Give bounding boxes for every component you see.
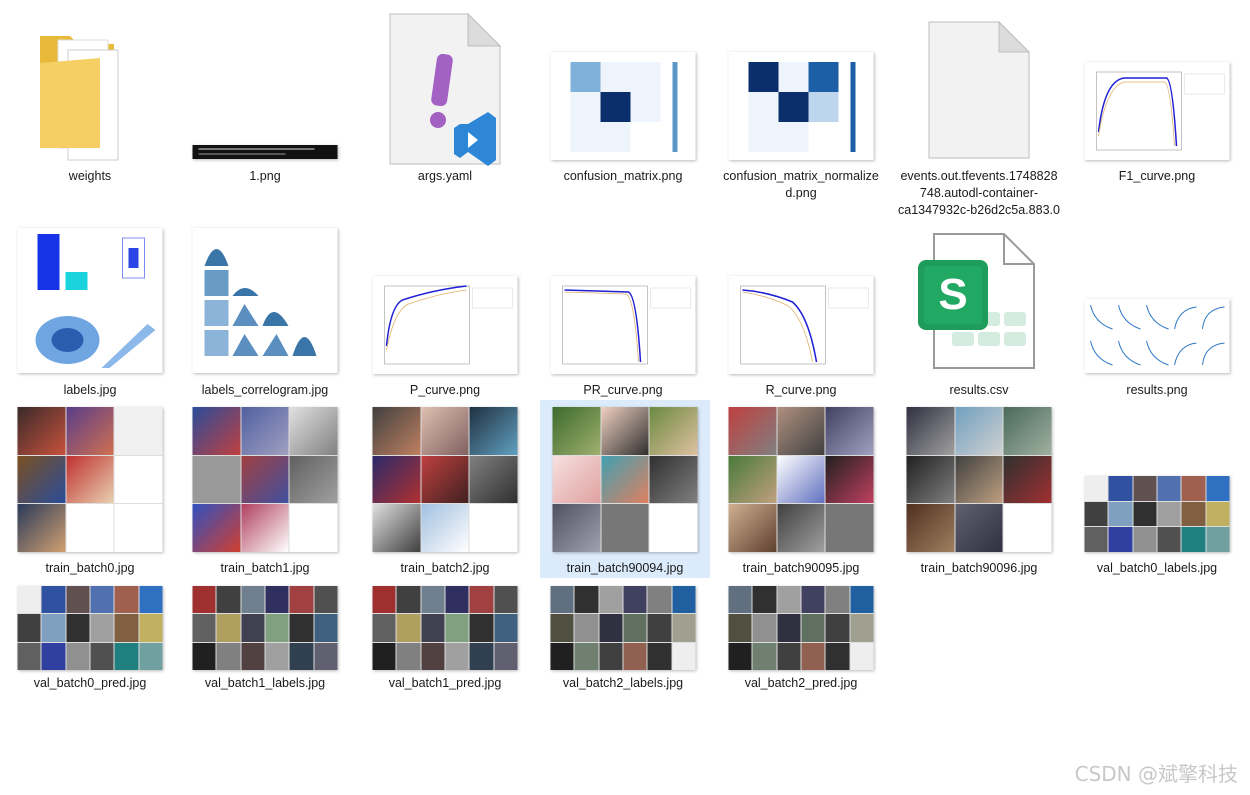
correlogram-thumbnail (192, 228, 338, 373)
file-name: args.yaml (417, 169, 473, 183)
confusion-matrix-normalized-thumbnail (728, 52, 874, 160)
file-tile-labels-correlogram[interactable]: labels_correlogram.jpg (180, 222, 350, 399)
file-name: 1.png (249, 169, 281, 183)
file-name: events.out.tfevents.1748828748.autodl-co… (898, 169, 1060, 217)
file-tile-train-batch2[interactable]: train_batch2.jpg (360, 400, 530, 577)
file-tile-p-curve[interactable]: P_curve.png (360, 222, 530, 399)
file-name: val_batch0_labels.jpg (1096, 561, 1218, 575)
file-tile-train-batch1[interactable]: train_batch1.jpg (180, 400, 350, 577)
file-name: val_batch2_labels.jpg (562, 676, 684, 690)
file-name: val_batch0_pred.jpg (33, 676, 147, 690)
file-tile-weights[interactable]: weights (5, 8, 175, 185)
results-thumbnail (1084, 299, 1230, 373)
r-curve-thumbnail (728, 276, 874, 374)
file-tile-val-batch2-pred[interactable]: val_batch2_pred.jpg (716, 580, 886, 692)
pr-curve-thumbnail (550, 276, 696, 374)
photo-mosaic-thumbnail (728, 407, 874, 552)
file-name: train_batch0.jpg (45, 561, 135, 575)
terminal-image-icon (192, 145, 338, 159)
file-name: train_batch90095.jpg (742, 561, 860, 575)
file-tile-train-batch90096[interactable]: train_batch90096.jpg (894, 400, 1064, 577)
file-name: F1_curve.png (1118, 169, 1196, 183)
file-name: train_batch90094.jpg (566, 561, 684, 575)
file-name: labels.jpg (63, 383, 117, 397)
file-tile-val-batch2-labels[interactable]: val_batch2_labels.jpg (538, 580, 708, 692)
file-name: confusion_matrix.png (563, 169, 683, 183)
file-name: PR_curve.png (583, 383, 663, 397)
p-curve-thumbnail (372, 276, 518, 374)
file-name: results.png (1126, 383, 1188, 397)
watermark: CSDN @斌擎科技 (1074, 762, 1238, 786)
file-tile-val-batch0-pred[interactable]: val_batch0_pred.jpg (5, 580, 175, 692)
blank-file-icon (928, 20, 1031, 159)
file-tile-val-batch1-labels[interactable]: val_batch1_labels.jpg (180, 580, 350, 692)
file-tile-r-curve[interactable]: R_curve.png (716, 222, 886, 399)
file-name: P_curve.png (409, 383, 481, 397)
file-tile-val-batch1-pred[interactable]: val_batch1_pred.jpg (360, 580, 530, 692)
file-name: val_batch2_pred.jpg (744, 676, 858, 690)
file-name: train_batch2.jpg (400, 561, 490, 575)
file-name: train_batch1.jpg (220, 561, 310, 575)
file-tile-1-png[interactable]: 1.png (180, 8, 350, 185)
file-tile-train-batch90095[interactable]: train_batch90095.jpg (716, 400, 886, 577)
file-name: train_batch90096.jpg (920, 561, 1038, 575)
file-tile-val-batch0-labels[interactable]: val_batch0_labels.jpg (1072, 400, 1242, 577)
spreadsheet-icon: S (918, 233, 1035, 369)
file-tile-f1-curve[interactable]: F1_curve.png (1072, 8, 1242, 185)
file-tile-tfevents[interactable]: events.out.tfevents.1748828748.autodl-co… (894, 8, 1064, 219)
file-tile-pr-curve[interactable]: PR_curve.png (538, 222, 708, 399)
file-tile-results-csv[interactable]: S results.csv (894, 222, 1064, 399)
f1-curve-thumbnail (1084, 62, 1230, 160)
confusion-matrix-thumbnail (550, 52, 696, 160)
file-name: results.csv (949, 383, 1009, 397)
photo-mosaic-thumbnail (728, 586, 874, 670)
file-name: weights (68, 169, 112, 183)
file-tile-confusion-matrix[interactable]: confusion_matrix.png (538, 8, 708, 185)
yaml-file-icon (389, 12, 502, 166)
svg-text:S: S (938, 270, 967, 319)
photo-mosaic-thumbnail (372, 407, 518, 552)
photo-mosaic-thumbnail (192, 586, 338, 670)
labels-thumbnail (17, 228, 163, 373)
photo-mosaic-thumbnail (192, 407, 338, 552)
file-name: val_batch1_labels.jpg (204, 676, 326, 690)
photo-mosaic-thumbnail (1084, 476, 1230, 552)
photo-mosaic-thumbnail (17, 407, 163, 552)
file-tile-train-batch90094[interactable]: train_batch90094.jpg (540, 400, 710, 578)
folder-icon (40, 36, 119, 161)
file-name: R_curve.png (765, 383, 837, 397)
file-tile-train-batch0[interactable]: train_batch0.jpg (5, 400, 175, 577)
file-name: labels_correlogram.jpg (201, 383, 329, 397)
photo-mosaic-thumbnail (550, 586, 696, 670)
photo-mosaic-thumbnail (906, 407, 1052, 552)
photo-mosaic-thumbnail (372, 586, 518, 670)
file-name: val_batch1_pred.jpg (388, 676, 502, 690)
photo-mosaic-thumbnail (17, 586, 163, 670)
file-tile-labels[interactable]: labels.jpg (5, 222, 175, 399)
photo-mosaic-thumbnail (552, 407, 698, 552)
file-tile-results-png[interactable]: results.png (1072, 222, 1242, 399)
file-name: confusion_matrix_normalized.png (723, 169, 879, 200)
file-tile-confusion-matrix-normalized[interactable]: confusion_matrix_normalized.png (716, 8, 886, 202)
file-tile-args-yaml[interactable]: args.yaml (360, 8, 530, 185)
